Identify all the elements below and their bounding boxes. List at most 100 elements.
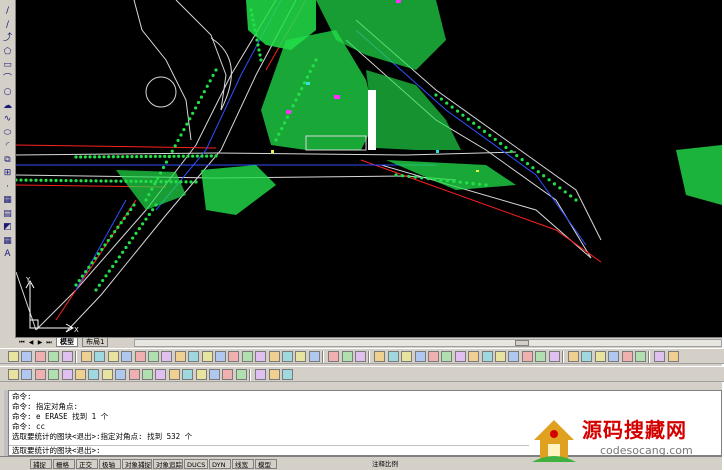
toolbar-tool-icon[interactable] (107, 351, 119, 362)
arc-icon[interactable]: ⌒ (2, 74, 13, 85)
toolbar-tool-icon[interactable] (454, 351, 466, 362)
toolbar-tool-icon[interactable] (115, 369, 127, 380)
toolbar-tool-icon[interactable] (188, 351, 200, 362)
revision-cloud-icon[interactable]: ☁ (2, 101, 13, 112)
tab-model[interactable]: 模型 (56, 338, 78, 347)
toolbar-tool-icon[interactable] (94, 351, 106, 362)
model-toggle[interactable]: 模型 (255, 459, 277, 469)
toolbar-tool-icon[interactable] (101, 369, 113, 380)
toolbar-tool-icon[interactable] (168, 369, 180, 380)
multiline-text-icon[interactable]: A (2, 249, 13, 260)
ellipse-icon[interactable]: ⬭ (2, 128, 13, 139)
toolbar-tool-icon[interactable] (401, 351, 413, 362)
toolbar-tool-icon[interactable] (81, 351, 92, 362)
toolbar-tool-icon[interactable] (268, 369, 280, 380)
rectangle-icon[interactable]: ▭ (2, 60, 13, 71)
construction-line-icon[interactable]: ∕ (2, 20, 13, 31)
toolbar-tool-icon[interactable] (521, 351, 533, 362)
toolbar-tool-icon[interactable] (182, 369, 194, 380)
dyn-toggle[interactable]: DYN (209, 459, 231, 469)
toolbar-tool-icon[interactable] (75, 369, 86, 380)
toolbar-tool-icon[interactable] (21, 351, 33, 362)
toolbar-tool-icon[interactable] (328, 351, 340, 362)
toolbar-tool-icon[interactable] (155, 369, 167, 380)
toolbar-tool-icon[interactable] (654, 351, 666, 362)
toolbar-tool-icon[interactable] (134, 351, 146, 362)
toolbar-tool-icon[interactable] (148, 351, 159, 362)
toolbar-tool-icon[interactable] (581, 351, 593, 362)
table-icon[interactable]: ▦ (2, 236, 13, 247)
polygon-icon[interactable]: ⬠ (2, 47, 13, 58)
toolbar-tool-icon[interactable] (282, 351, 293, 362)
toolbar-tool-icon[interactable] (468, 351, 480, 362)
toolbar-tool-icon[interactable] (128, 369, 140, 380)
toolbar-tool-icon[interactable] (195, 369, 207, 380)
toolbar-tool-icon[interactable] (235, 369, 247, 380)
toolbar-tool-icon[interactable] (621, 351, 633, 362)
hatch-icon[interactable]: ▦ (2, 195, 13, 206)
toolbar-tool-icon[interactable] (568, 351, 579, 362)
toolbar-tool-icon[interactable] (282, 369, 293, 380)
region-icon[interactable]: ◩ (2, 222, 13, 233)
toolbar-tool-icon[interactable] (142, 369, 153, 380)
toolbar-tool-icon[interactable] (255, 351, 267, 362)
toolbar-tool-icon[interactable] (209, 369, 220, 380)
osnap-toggle[interactable]: 对象捕捉 (122, 459, 152, 469)
toolbar-tool-icon[interactable] (174, 351, 186, 362)
polyline-icon[interactable]: ⤴ (2, 33, 13, 44)
toolbar-tool-icon[interactable] (268, 351, 280, 362)
tab-last-icon[interactable]: ⏭ (45, 339, 53, 347)
toolbar-tool-icon[interactable] (295, 351, 307, 362)
toolbar-tool-icon[interactable] (635, 351, 646, 362)
tab-layout1[interactable]: 布局1 (82, 338, 109, 347)
toolbar-tool-icon[interactable] (374, 351, 386, 362)
toolbar-tool-icon[interactable] (255, 369, 267, 380)
toolbar-tool-icon[interactable] (8, 351, 19, 362)
toolbar-tool-icon[interactable] (241, 351, 253, 362)
toolbar-tool-icon[interactable] (508, 351, 520, 362)
otrack-toggle[interactable]: 对象追踪 (153, 459, 183, 469)
toolbar-tool-icon[interactable] (495, 351, 506, 362)
drawing-canvas[interactable]: Y X (16, 0, 722, 337)
ortho-toggle[interactable]: 正交 (76, 459, 98, 469)
toolbar-tool-icon[interactable] (341, 351, 353, 362)
toolbar-tool-icon[interactable] (61, 369, 73, 380)
spline-icon[interactable]: ∿ (2, 114, 13, 125)
tab-first-icon[interactable]: ⏮ (18, 339, 26, 347)
toolbar-tool-icon[interactable] (34, 369, 46, 380)
toolbar-tool-icon[interactable] (228, 351, 240, 362)
toolbar-tool-icon[interactable] (201, 351, 213, 362)
toolbar-tool-icon[interactable] (88, 369, 100, 380)
toolbar-tool-icon[interactable] (34, 351, 46, 362)
toolbar-tool-icon[interactable] (481, 351, 493, 362)
toolbar-tool-icon[interactable] (387, 351, 399, 362)
toolbar-tool-icon[interactable] (548, 351, 560, 362)
ellipse-arc-icon[interactable]: ◜ (2, 141, 13, 152)
snap-toggle[interactable]: 捕捉 (30, 459, 52, 469)
tab-prev-icon[interactable]: ◀ (27, 339, 35, 347)
horizontal-scrollbar[interactable] (134, 339, 722, 347)
toolbar-tool-icon[interactable] (21, 369, 33, 380)
command-input[interactable]: 选取要统计的图块<退出>: (9, 445, 529, 456)
toolbar-tool-icon[interactable] (535, 351, 547, 362)
toolbar-tool-icon[interactable] (414, 351, 426, 362)
grid-toggle[interactable]: 栅格 (53, 459, 75, 469)
tab-next-icon[interactable]: ▶ (36, 339, 44, 347)
toolbar-tool-icon[interactable] (355, 351, 366, 362)
toolbar-tool-icon[interactable] (48, 351, 60, 362)
make-block-icon[interactable]: ⊞ (2, 168, 13, 179)
point-icon[interactable]: · (2, 182, 13, 193)
toolbar-tool-icon[interactable] (215, 351, 226, 362)
toolbar-tool-icon[interactable] (667, 351, 679, 362)
toolbar-tool-icon[interactable] (441, 351, 453, 362)
toolbar-tool-icon[interactable] (48, 369, 60, 380)
line-icon[interactable]: / (2, 6, 13, 17)
lineweight-toggle[interactable]: 线宽 (232, 459, 254, 469)
toolbar-tool-icon[interactable] (608, 351, 620, 362)
gradient-icon[interactable]: ▤ (2, 209, 13, 220)
toolbar-tool-icon[interactable] (8, 369, 19, 380)
toolbar-tool-icon[interactable] (61, 351, 73, 362)
toolbar-tool-icon[interactable] (121, 351, 133, 362)
toolbar-tool-icon[interactable] (428, 351, 439, 362)
toolbar-tool-icon[interactable] (222, 369, 234, 380)
